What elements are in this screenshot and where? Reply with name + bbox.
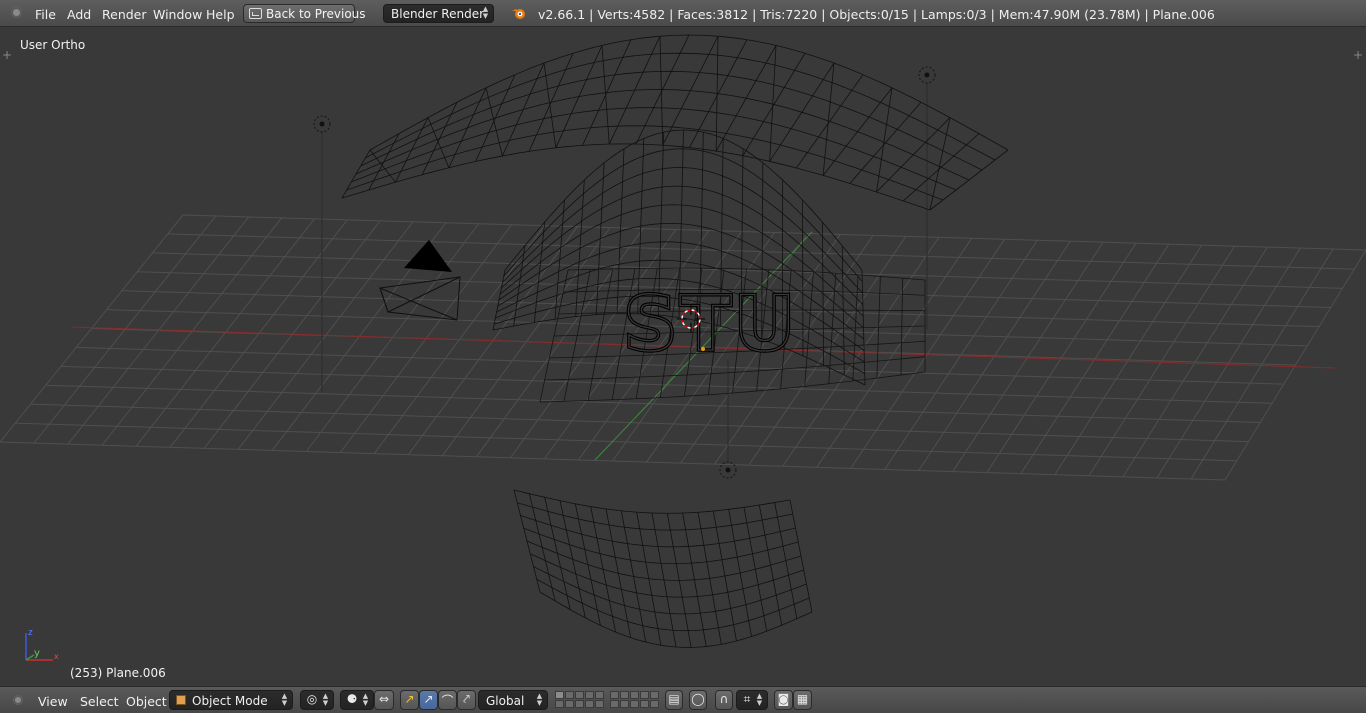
dropdown-arrows-icon: ▲ ▼ — [536, 692, 543, 707]
menu-select[interactable]: Select — [80, 694, 119, 709]
dropdown-arrows-icon: ▲ ▼ — [482, 5, 489, 20]
menu-view[interactable]: View — [38, 694, 68, 709]
manipulator-toggle[interactable]: ⇔ — [374, 690, 394, 710]
scale-icon: ⤤ — [463, 692, 470, 706]
z-axis-label: z — [28, 628, 33, 638]
blender-logo-icon — [512, 9, 525, 19]
3d-viewport[interactable]: STU STU User Ortho + + z y x (253) Plane… — [0, 27, 1366, 686]
back-to-previous-label: Back to Previous — [266, 7, 366, 21]
dropdown-arrows-icon: ▲ ▼ — [281, 692, 288, 707]
menu-add[interactable]: Add — [67, 7, 91, 22]
menu-file[interactable]: File — [35, 7, 56, 22]
pivot-point-select[interactable]: ⚈ ▲ ▼ — [340, 690, 374, 710]
proportional-edit-icon: ◯ — [691, 692, 705, 706]
rotate-tool-toggle[interactable]: ⌒ — [438, 690, 457, 710]
object-origin-icon — [701, 347, 705, 351]
rotate-tool-icon: ⌒ — [441, 694, 454, 708]
manipulator-icon: ⇔ — [378, 692, 390, 706]
mode-select[interactable]: Object Mode ▲ ▼ — [169, 690, 293, 710]
view-name: User Ortho — [20, 38, 86, 52]
menu-help[interactable]: Help — [206, 7, 235, 22]
active-object-info: (253) Plane.006 — [70, 666, 166, 680]
lamp-left-icon — [313, 115, 331, 133]
scene-stats: v2.66.1 | Verts:4582 | Faces:3812 | Tris… — [538, 7, 1215, 22]
top-dome-mesh — [341, 34, 1009, 211]
snap-icon: ∩ — [719, 692, 729, 706]
back-screen-icon — [249, 8, 262, 19]
toolshelf-toggle-icon[interactable]: + — [1, 49, 13, 61]
layers-group-2[interactable] — [610, 691, 659, 708]
render-button[interactable]: ◙ — [774, 690, 793, 710]
orientation-label: Global — [486, 694, 525, 708]
snap-element-select[interactable]: ⌗ ▲ ▼ — [736, 690, 768, 710]
proportional-edit-toggle[interactable]: ◯ — [689, 690, 707, 710]
render-engine-label: Blender Render — [391, 7, 485, 21]
mode-label: Object Mode — [192, 694, 268, 708]
render-icon: ◙ — [777, 692, 790, 706]
pivot-point-icon: ⚈ — [346, 692, 358, 706]
dropdown-arrows-icon: ▲ ▼ — [362, 692, 369, 707]
rotate-toggle[interactable]: ↗ — [419, 690, 438, 710]
3d-view-header: View Select Object Object Mode ▲ ▼ ◎ ▲ ▼ ⚈… — [0, 686, 1366, 713]
object-mode-icon — [176, 695, 186, 705]
info-header: File Add Render Window Help Back to Prev… — [0, 0, 1366, 27]
viewport-shading-select[interactable]: ◎ ▲ ▼ — [300, 690, 334, 710]
translate-icon: ↗ — [404, 692, 415, 706]
menu-render[interactable]: Render — [102, 7, 147, 22]
snap-element-icon: ⌗ — [743, 692, 751, 706]
scale-toggle[interactable]: ⤤ — [457, 690, 476, 710]
menu-window[interactable]: Window — [153, 7, 202, 22]
render-animation-button[interactable]: ▦ — [793, 690, 812, 710]
lock-camera-icon: ▤ — [668, 692, 680, 706]
transform-orientation-select[interactable]: Global ▲ ▼ — [478, 690, 548, 710]
editor-type-icon[interactable] — [11, 7, 22, 18]
x-axis-label: x — [54, 652, 59, 661]
lock-camera-toggle[interactable]: ▤ — [665, 690, 683, 710]
viewport-shading-icon: ◎ — [306, 692, 318, 706]
render-animation-icon: ▦ — [796, 692, 809, 706]
layers-group-1[interactable] — [555, 691, 604, 708]
scene-canvas[interactable]: STU STU — [0, 27, 1366, 686]
back-to-previous-button[interactable]: Back to Previous — [243, 4, 366, 23]
menu-object[interactable]: Object — [126, 694, 167, 709]
render-engine-select[interactable]: Blender Render ▲ ▼ — [383, 4, 494, 23]
bottom-bowl-mesh — [513, 489, 813, 648]
snap-toggle[interactable]: ∩ — [715, 690, 733, 710]
translate-toggle[interactable]: ↗ — [400, 690, 419, 710]
y-axis-label: y — [34, 648, 40, 659]
dropdown-arrows-icon: ▲ ▼ — [322, 692, 329, 707]
rotate-icon: ↗ — [423, 692, 434, 706]
lamp-right-icon — [918, 66, 936, 84]
view-axes-gizmo: z y x — [25, 628, 59, 661]
editor-type-icon[interactable] — [13, 695, 23, 705]
stu-text-inner: STU — [623, 279, 797, 368]
dropdown-arrows-icon: ▲ ▼ — [756, 692, 763, 707]
properties-toggle-icon[interactable]: + — [1352, 49, 1364, 61]
